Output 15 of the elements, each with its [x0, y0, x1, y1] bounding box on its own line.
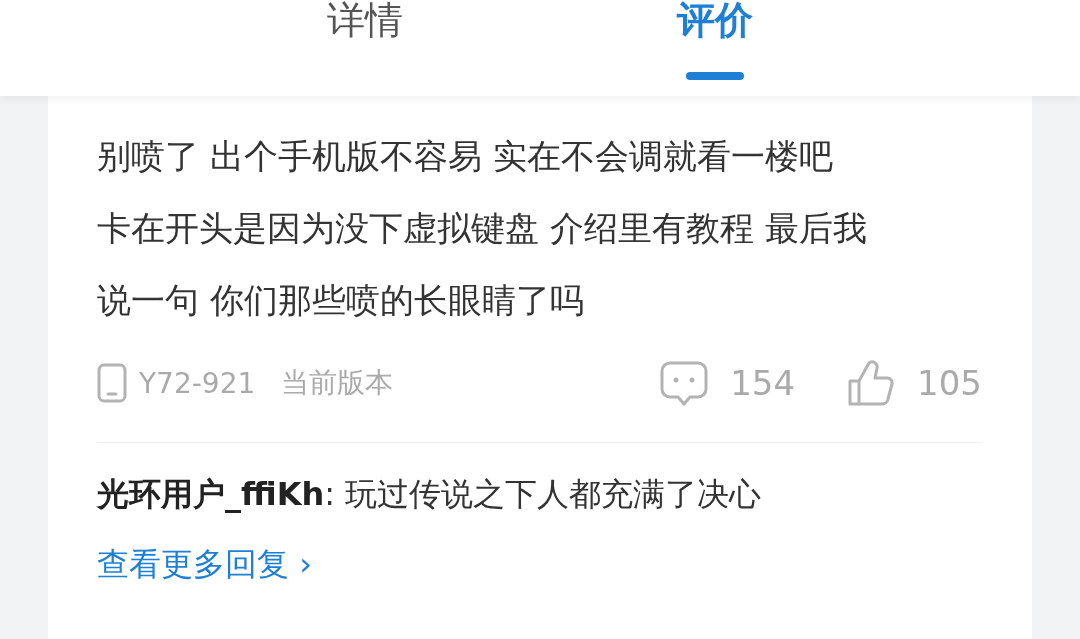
like-count: 105	[917, 363, 982, 403]
device-model: Y72-921	[139, 366, 256, 400]
phone-icon	[97, 363, 127, 403]
more-replies-link[interactable]: 查看更多回复 ›	[97, 543, 312, 587]
thumbs-up-icon[interactable]	[847, 359, 896, 407]
comment-count: 154	[730, 363, 796, 403]
tab-indicator	[686, 71, 744, 80]
review-text-line: 卡在开头是因为没下虚拟键盘 介绍里有教程 最后我	[97, 207, 868, 250]
tab[interactable]: 评价	[669, 0, 761, 68]
comment-icon[interactable]	[660, 360, 709, 406]
tab[interactable]: 详情	[319, 0, 411, 68]
review-text-line: 说一句 你们那些喷的长眼睛了吗	[97, 279, 585, 322]
review-text-line: 别喷了 出个手机版不容易 实在不会调就看一楼吧	[97, 135, 834, 178]
version-label: 当前版本	[281, 365, 394, 401]
reply-text: 光环用户_ffiKh: 玩过传说之下人都充满了决心	[97, 474, 763, 515]
